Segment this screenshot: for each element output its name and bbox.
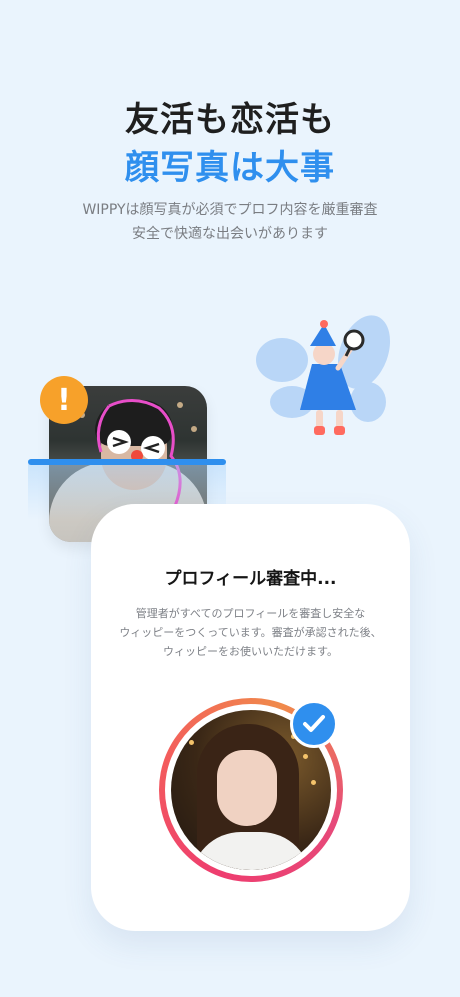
card-title: プロフィール審査中... <box>164 569 337 589</box>
headline-line2: 顔写真は大事 <box>125 148 335 188</box>
scan-line <box>28 459 226 465</box>
card-body-line3: ウィッピーをお使いいただけます。 <box>163 645 338 658</box>
fairy-illustration <box>256 315 391 435</box>
review-card: プロフィール審査中... 管理者がすべてのプロフィールを審査し安全な ウィッピー… <box>91 504 410 931</box>
subtitle-line1: WIPPYは顔写真が必須でプロフ内容を厳重審査 <box>82 202 378 218</box>
headline-line1: 友活も恋活も <box>125 100 335 140</box>
subtitle-line2: 安全で快適な出会いがあります <box>132 226 328 242</box>
exclamation-icon: ! <box>40 376 88 424</box>
card-body-line1: 管理者がすべてのプロフィールを審査し安全な <box>135 607 366 620</box>
card-body-line2: ウィッピーをつくっています。審査が承認された後、 <box>119 626 382 639</box>
checkmark-icon <box>290 700 338 748</box>
warning-symbol: ! <box>57 382 71 418</box>
